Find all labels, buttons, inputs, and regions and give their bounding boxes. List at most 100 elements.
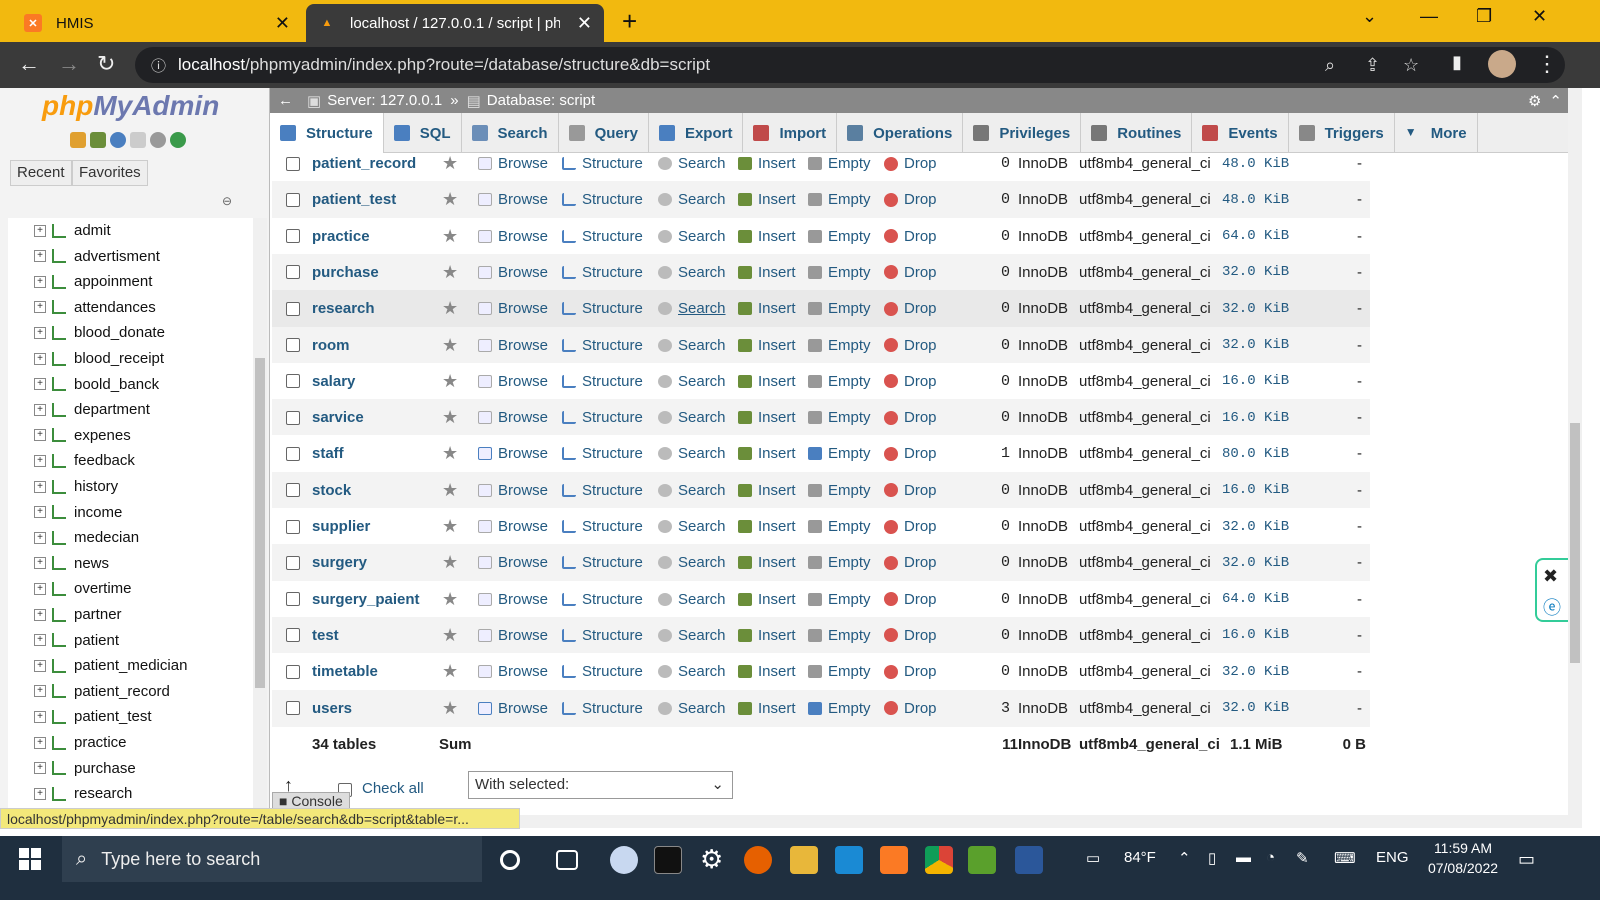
table-name-link[interactable]: surgery_paient: [312, 581, 420, 618]
favorite-star-icon[interactable]: ★: [442, 327, 458, 364]
favorite-star-icon[interactable]: ★: [442, 653, 458, 690]
notepad-icon[interactable]: [968, 846, 996, 874]
structure-action[interactable]: Structure: [562, 327, 643, 364]
structure-action[interactable]: Structure: [562, 399, 643, 436]
favorite-star-icon[interactable]: ★: [442, 690, 458, 727]
drop-action[interactable]: Drop: [884, 290, 937, 327]
word-icon[interactable]: [1015, 846, 1043, 874]
insert-action[interactable]: Insert: [738, 472, 796, 509]
structure-action[interactable]: Structure: [562, 472, 643, 509]
tree-item[interactable]: + purchase: [34, 756, 136, 781]
tree-item[interactable]: + boold_banck: [34, 372, 159, 397]
link-icon[interactable]: ⊖: [222, 194, 232, 208]
tree-item[interactable]: + appoinment: [34, 269, 152, 294]
tree-item[interactable]: + patient_record: [34, 679, 170, 704]
favorites-button[interactable]: Favorites: [72, 160, 148, 186]
search-action[interactable]: Search: [658, 435, 726, 472]
insert-action[interactable]: Insert: [738, 653, 796, 690]
favorite-star-icon[interactable]: ★: [442, 544, 458, 581]
search-action[interactable]: Search: [658, 327, 726, 364]
chrome-icon[interactable]: [925, 846, 953, 874]
table-size[interactable]: 16.0 KiB: [1222, 399, 1289, 436]
expand-icon[interactable]: +: [34, 454, 46, 467]
search-action[interactable]: Search: [658, 508, 726, 545]
expand-icon[interactable]: +: [34, 608, 46, 621]
browse-action[interactable]: Browse: [478, 363, 548, 400]
device-icon[interactable]: ▯: [1208, 849, 1216, 867]
browse-action[interactable]: Browse: [478, 218, 548, 255]
insert-action[interactable]: Insert: [738, 581, 796, 618]
structure-action[interactable]: Structure: [562, 508, 643, 545]
tree-item[interactable]: + news: [34, 551, 109, 576]
search-action[interactable]: Search: [658, 181, 726, 218]
row-checkbox[interactable]: [286, 519, 300, 534]
table-size[interactable]: 32.0 KiB: [1222, 508, 1289, 545]
browse-action[interactable]: Browse: [478, 435, 548, 472]
drop-action[interactable]: Drop: [884, 653, 937, 690]
row-checkbox[interactable]: [286, 301, 300, 316]
browse-action[interactable]: Browse: [478, 254, 548, 291]
back-icon[interactable]: ←: [18, 51, 40, 77]
insert-action[interactable]: Insert: [738, 508, 796, 545]
browse-action[interactable]: Browse: [478, 472, 548, 509]
search-action[interactable]: Search: [658, 153, 726, 182]
search-action[interactable]: Search: [658, 690, 726, 727]
collapse-icon[interactable]: ←: [278, 92, 293, 109]
with-selected-select[interactable]: With selected: ⌄: [468, 771, 733, 799]
table-size[interactable]: 48.0 KiB: [1222, 153, 1289, 182]
tree-item[interactable]: + history: [34, 474, 118, 499]
table-size[interactable]: 64.0 KiB: [1222, 581, 1289, 618]
new-tab-icon[interactable]: +: [622, 6, 637, 37]
expand-icon[interactable]: +: [34, 685, 46, 698]
structure-action[interactable]: Structure: [562, 690, 643, 727]
row-checkbox[interactable]: [286, 446, 300, 461]
forward-icon[interactable]: →: [58, 51, 80, 77]
table-name-link[interactable]: test: [312, 617, 339, 654]
drop-action[interactable]: Drop: [884, 218, 937, 255]
page-scrollbar[interactable]: [1568, 88, 1582, 828]
drop-action[interactable]: Drop: [884, 508, 937, 545]
tab-more[interactable]: ▼ More: [1395, 113, 1478, 153]
drop-action[interactable]: Drop: [884, 617, 937, 654]
tree-scrollbar[interactable]: ▲: [253, 218, 503, 828]
refresh-icon[interactable]: [170, 132, 186, 148]
table-size[interactable]: 16.0 KiB: [1222, 363, 1289, 400]
expand-icon[interactable]: +: [34, 531, 46, 544]
expand-icon[interactable]: +: [34, 634, 46, 647]
breadcrumb-database[interactable]: Database: script: [487, 92, 595, 109]
table-size[interactable]: 80.0 KiB: [1222, 435, 1289, 472]
search-action[interactable]: Search: [658, 363, 726, 400]
expand-icon[interactable]: +: [34, 250, 46, 263]
favorite-star-icon[interactable]: ★: [442, 290, 458, 327]
table-name-link[interactable]: timetable: [312, 653, 378, 690]
row-checkbox[interactable]: [286, 483, 300, 498]
expand-icon[interactable]: +: [34, 403, 46, 416]
favorite-star-icon[interactable]: ★: [442, 181, 458, 218]
expand-icon[interactable]: +: [34, 557, 46, 570]
tree-item[interactable]: + medecian: [34, 525, 139, 550]
logout-icon[interactable]: [90, 132, 106, 148]
expand-icon[interactable]: +: [34, 710, 46, 723]
tree-item[interactable]: + admit: [34, 218, 111, 243]
table-name-link[interactable]: surgery: [312, 544, 367, 581]
browse-action[interactable]: Browse: [478, 581, 548, 618]
tab-search[interactable]: Search: [462, 113, 559, 153]
table-size[interactable]: 32.0 KiB: [1222, 254, 1289, 291]
search-action[interactable]: Search: [658, 254, 726, 291]
row-checkbox[interactable]: [286, 229, 300, 244]
task-view-icon[interactable]: [556, 850, 578, 870]
browse-action[interactable]: Browse: [478, 653, 548, 690]
expand-icon[interactable]: +: [34, 787, 46, 800]
structure-action[interactable]: Structure: [562, 581, 643, 618]
collapse-top-icon[interactable]: ⌃: [1549, 92, 1562, 110]
side-panel-icon[interactable]: ▮: [1452, 52, 1462, 73]
favorite-star-icon[interactable]: ★: [442, 581, 458, 618]
search-action[interactable]: Search: [658, 290, 726, 327]
row-checkbox[interactable]: [286, 701, 300, 715]
tab-privileges[interactable]: Privileges: [963, 113, 1082, 153]
table-size[interactable]: 32.0 KiB: [1222, 544, 1289, 581]
favorite-star-icon[interactable]: ★: [442, 363, 458, 400]
tree-item[interactable]: + partner: [34, 602, 122, 627]
tab-events[interactable]: Events: [1192, 113, 1289, 153]
insert-action[interactable]: Insert: [738, 544, 796, 581]
